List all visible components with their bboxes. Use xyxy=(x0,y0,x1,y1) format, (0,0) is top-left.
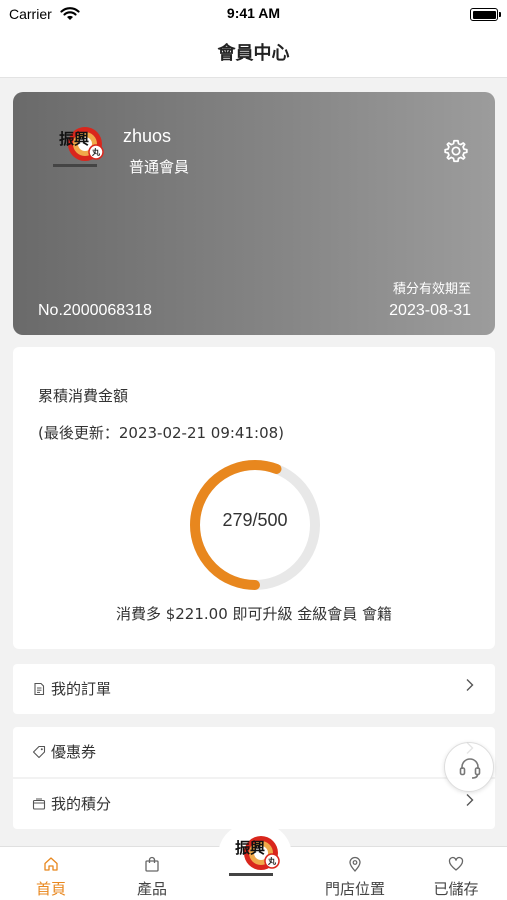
tab-stores[interactable]: 門店位置 xyxy=(310,847,400,900)
status-time: 9:41 AM xyxy=(226,5,281,21)
battery-icon xyxy=(470,8,501,21)
menu-item-coupons[interactable]: 優惠券 xyxy=(13,727,495,777)
menu-label-orders: 我的訂單 xyxy=(51,680,112,698)
tab-label-stores: 門店位置 xyxy=(324,880,385,898)
tab-center-logo-button[interactable]: 丸 振興 xyxy=(218,823,292,889)
home-icon xyxy=(44,857,58,871)
points-expiry-label: 積分有效期至 xyxy=(392,282,471,297)
location-pin-icon xyxy=(349,856,361,872)
tab-label-saved: 已儲存 xyxy=(433,880,479,898)
tab-label-home: 首頁 xyxy=(35,880,66,898)
tab-label-products: 產品 xyxy=(136,880,167,898)
headset-icon xyxy=(459,758,481,779)
chevron-right-icon xyxy=(466,679,474,691)
shopping-bag-icon xyxy=(145,856,159,872)
menu-label-coupons: 優惠券 xyxy=(51,743,97,761)
progress-value: 279/500 xyxy=(222,510,288,530)
status-bar: Carrier 9:41 AM xyxy=(0,0,507,30)
member-level: 普通會員 xyxy=(129,158,190,176)
last-updated-text: (最後更新：2023-02-21 09:41:08) xyxy=(38,424,285,442)
heart-icon xyxy=(448,856,464,871)
chevron-right-icon xyxy=(466,794,474,806)
points-expiry-date: 2023-08-31 xyxy=(389,302,471,319)
spending-title: 累積消費金額 xyxy=(38,387,129,405)
svg-text:振興: 振興 xyxy=(59,130,89,148)
card-number: No.2000068318 xyxy=(38,302,152,319)
nav-bar: 會員中心 xyxy=(0,30,507,78)
svg-text:丸: 丸 xyxy=(267,856,277,866)
tab-products[interactable]: 產品 xyxy=(107,847,197,900)
brand-logo: 丸 振興 xyxy=(53,127,104,167)
spending-card: 累積消費金額 (最後更新：2023-02-21 09:41:08) 279/50… xyxy=(13,347,495,649)
upgrade-hint: 消費多 $221.00 即可升級 金級會員 會籍 xyxy=(115,605,393,623)
svg-text:丸: 丸 xyxy=(91,147,101,157)
menu-item-points[interactable]: 我的積分 xyxy=(13,779,495,829)
menu-label-points: 我的積分 xyxy=(51,795,112,813)
svg-text:振興: 振興 xyxy=(235,839,265,857)
document-icon xyxy=(34,682,45,696)
username: zhuos xyxy=(123,126,172,146)
gear-icon[interactable] xyxy=(443,138,469,164)
brand-logo: 丸 振興 xyxy=(229,836,280,876)
menu-item-orders[interactable]: 我的訂單 xyxy=(13,664,495,714)
customer-support-button[interactable] xyxy=(444,742,494,792)
tab-home[interactable]: 首頁 xyxy=(6,847,96,900)
tab-saved[interactable]: 已儲存 xyxy=(411,847,501,900)
tag-icon xyxy=(32,745,46,759)
member-card: 丸 振興 zhuos 普通會員 No.2000068318 積分有效期至 202… xyxy=(13,92,495,335)
wallet-icon xyxy=(32,798,46,810)
page-title: 會員中心 xyxy=(217,43,290,64)
